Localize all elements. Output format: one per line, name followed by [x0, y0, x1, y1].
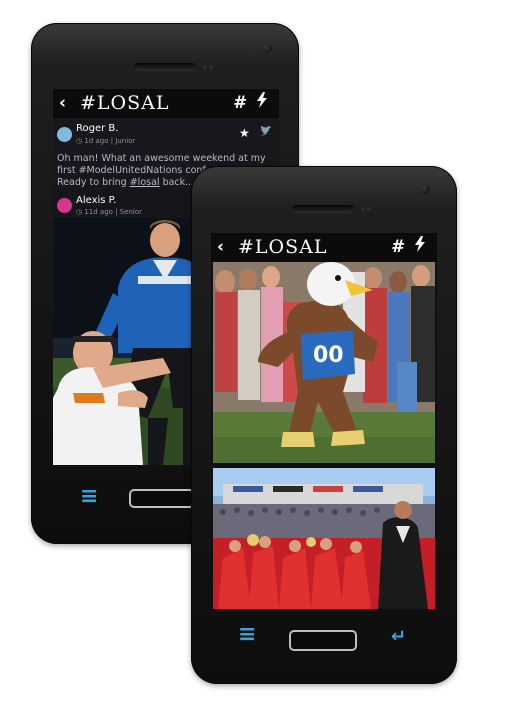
front-phone-speaker [292, 205, 354, 213]
avatar [57, 127, 72, 142]
hashtag-link[interactable]: #losal [130, 177, 160, 188]
front-phone-speaker-dot [367, 207, 371, 211]
bolt-icon-svg [415, 236, 425, 252]
back-phone-camera [263, 44, 272, 53]
hashtag-icon[interactable]: # [391, 236, 403, 258]
front-phone-speaker-dot [361, 207, 365, 211]
post-role: Senior [119, 208, 143, 216]
page-title: #LOSAL [80, 92, 170, 114]
post-author: Alexis P. [76, 195, 117, 206]
back-phone-speaker-dot [203, 65, 207, 69]
post-meta: ◷ 1d ago | Junior [76, 137, 136, 145]
post-time: 1d ago [84, 137, 109, 145]
post-meta: ◷ 11d ago | Senior [76, 208, 143, 216]
twitter-icon-svg [260, 125, 272, 136]
bolt-icon[interactable] [414, 236, 426, 258]
post-body-line: Oh man! What an awesome weekend at my [57, 153, 266, 164]
post-time: 11d ago [84, 208, 113, 216]
app-header: ‹ #LOSAL # [53, 89, 279, 118]
bolt-icon-svg [257, 92, 267, 108]
avatar [57, 198, 72, 213]
bolt-icon[interactable] [256, 92, 268, 114]
page-title: #LOSAL [238, 236, 328, 258]
menu-icon[interactable]: ≡ [238, 624, 256, 646]
back-phone-speaker-dot [209, 65, 213, 69]
twitter-icon[interactable] [260, 125, 272, 140]
post-role: Junior [115, 137, 136, 145]
hashtag-icon[interactable]: # [233, 92, 245, 114]
menu-icon[interactable]: ≡ [80, 486, 98, 508]
app-header: ‹ #LOSAL # [211, 233, 437, 262]
back-icon[interactable]: ‹ [59, 93, 66, 113]
home-button[interactable] [129, 489, 195, 508]
front-phone: ‹ #LOSAL # 00 ≡ ↵ [191, 166, 457, 684]
home-button[interactable] [289, 630, 357, 651]
post-photo-mascot[interactable]: 00 [213, 262, 435, 463]
back-phone-speaker [134, 63, 196, 71]
back-icon[interactable]: ‹ [217, 237, 224, 257]
return-icon[interactable]: ↵ [391, 628, 406, 646]
front-phone-screen: ‹ #LOSAL # 00 [211, 233, 437, 609]
post-author: Roger B. [76, 123, 119, 134]
post-photo-graduation[interactable] [213, 468, 435, 609]
svg-text:00: 00 [313, 343, 344, 368]
post-body-text: Ready to bring [57, 177, 130, 188]
front-phone-camera [421, 185, 430, 194]
post-body-text: back... [159, 177, 195, 188]
star-icon[interactable]: ★ [239, 126, 250, 140]
